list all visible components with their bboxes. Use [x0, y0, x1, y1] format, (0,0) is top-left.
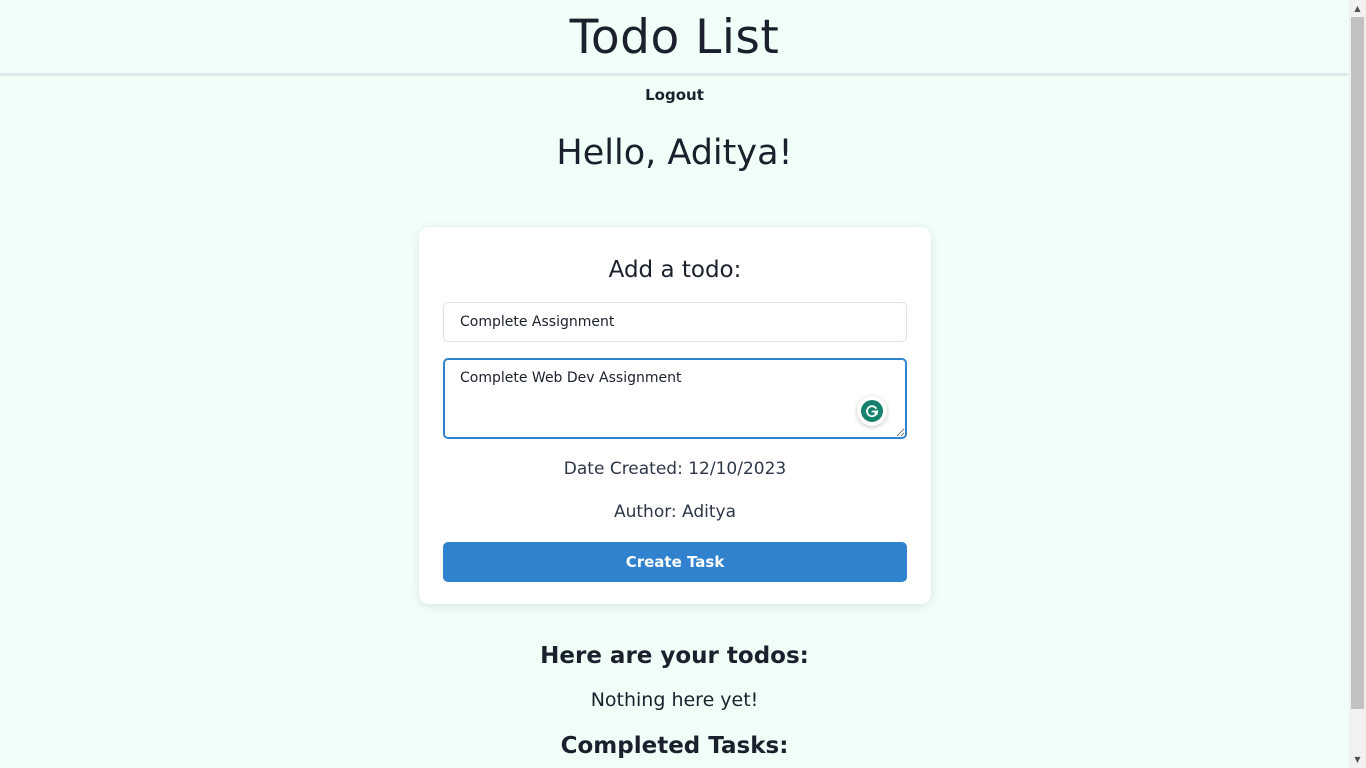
add-todo-heading: Add a todo: — [608, 257, 742, 283]
grammarly-g-glyph — [866, 405, 878, 418]
logout-link[interactable]: Logout — [635, 86, 715, 104]
date-created-label: Date Created: 12/10/2023 — [563, 459, 787, 479]
scrollbar-thumb[interactable] — [1351, 17, 1364, 709]
page: Todo List Logout Hello, Aditya! Add a to… — [0, 0, 1349, 768]
grammarly-logo — [861, 400, 883, 422]
todos-heading: Here are your todos: — [540, 643, 809, 669]
vertical-scrollbar[interactable]: ▲ ▼ — [1349, 0, 1366, 768]
scroll-up-arrow-icon[interactable]: ▲ — [1349, 0, 1366, 17]
todo-description-input[interactable]: Complete Web Dev Assignment — [443, 358, 907, 439]
app-title: Todo List — [569, 10, 780, 65]
grammarly-icon[interactable] — [857, 396, 887, 426]
todos-empty-message: Nothing here yet! — [590, 689, 759, 711]
completed-tasks-heading: Completed Tasks: — [560, 733, 789, 759]
app-header: Todo List — [0, 0, 1349, 76]
add-todo-card: Add a todo: Complete Web Dev Assignment … — [419, 227, 931, 604]
author-label: Author: Aditya — [613, 502, 737, 522]
scroll-down-arrow-icon[interactable]: ▼ — [1349, 751, 1366, 768]
create-task-button[interactable]: Create Task — [443, 542, 907, 582]
todo-description-wrapper: Complete Web Dev Assignment — [443, 358, 907, 439]
greeting-heading: Hello, Aditya! — [556, 133, 793, 173]
todo-title-input[interactable] — [443, 302, 907, 342]
